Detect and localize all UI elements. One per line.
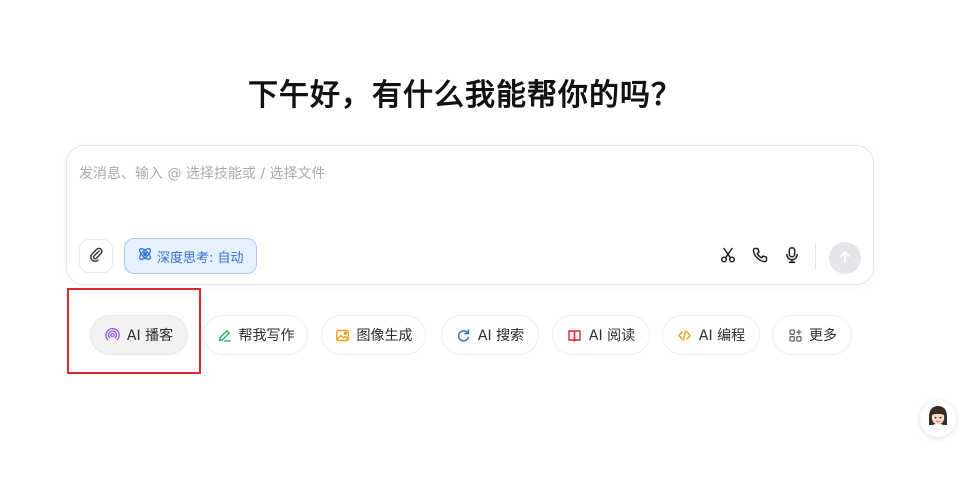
skill-chip-more[interactable]: 更多 xyxy=(772,315,852,355)
microphone-icon xyxy=(783,246,801,268)
home-page: 下午好，有什么我能帮你的吗？ 深度思考: 自动 xyxy=(0,0,960,477)
call-button[interactable] xyxy=(749,246,771,268)
page-title: 下午好，有什么我能帮你的吗？ xyxy=(248,78,682,113)
voice-input-button[interactable] xyxy=(781,246,803,268)
skill-chip-ai-coding[interactable]: AI 编程 xyxy=(662,315,760,355)
assistant-avatar-button[interactable] xyxy=(920,401,956,437)
chip-label: 图像生成 xyxy=(356,328,413,344)
phone-icon xyxy=(751,246,769,268)
message-input[interactable] xyxy=(79,162,799,186)
arrow-up-icon xyxy=(838,249,852,268)
toolbar-divider xyxy=(815,244,816,270)
search-refresh-icon xyxy=(456,327,472,343)
skill-chip-image-gen[interactable]: 图像生成 xyxy=(321,315,426,355)
deep-think-label: 深度思考: 自动 xyxy=(157,250,244,266)
paperclip-icon xyxy=(88,246,104,266)
chip-label: AI 阅读 xyxy=(588,328,636,344)
attach-button[interactable] xyxy=(79,239,113,273)
scissors-button[interactable] xyxy=(717,246,739,268)
skill-chip-ai-reading[interactable]: AI 阅读 xyxy=(552,315,650,355)
message-composer: 深度思考: 自动 xyxy=(66,145,874,285)
skill-chip-writing[interactable]: 帮我写作 xyxy=(203,315,308,355)
send-button[interactable] xyxy=(829,242,861,274)
chip-label: AI 编程 xyxy=(698,328,746,344)
chip-label: AI 搜索 xyxy=(477,328,525,344)
chip-label: 更多 xyxy=(809,328,837,344)
reader-icon xyxy=(567,327,583,343)
code-icon xyxy=(677,327,693,343)
chip-label: 帮我写作 xyxy=(238,328,295,344)
deep-think-toggle[interactable]: 深度思考: 自动 xyxy=(124,238,257,274)
skill-chip-ai-search[interactable]: AI 搜索 xyxy=(441,315,539,355)
atom-icon xyxy=(137,246,153,266)
pen-icon xyxy=(217,327,233,343)
scissors-icon xyxy=(719,246,737,268)
grid-icon xyxy=(787,327,803,343)
highlight-annotation-box xyxy=(67,288,201,374)
image-icon xyxy=(335,327,351,343)
avatar-icon xyxy=(924,403,952,435)
